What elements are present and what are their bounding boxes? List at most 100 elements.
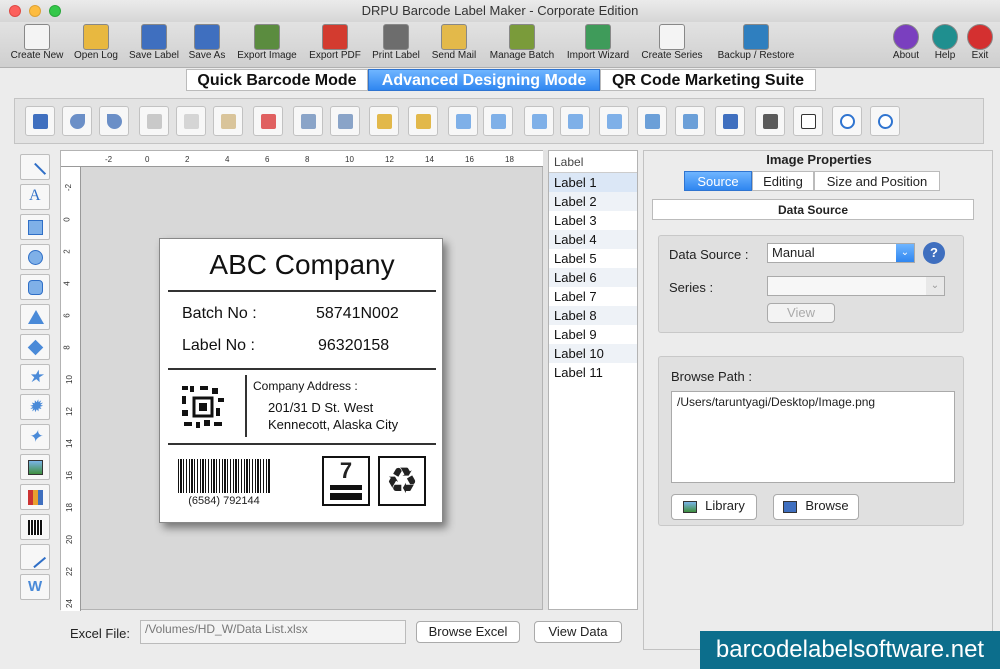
ellipse-tool[interactable]: [20, 244, 50, 270]
mode-qr-marketing[interactable]: QR Code Marketing Suite: [600, 69, 816, 91]
close-window-button[interactable]: [9, 5, 21, 17]
keep-dry-symbol[interactable]: 7: [322, 456, 370, 506]
move-left-button[interactable]: [448, 106, 478, 136]
send-back-button[interactable]: [330, 106, 360, 136]
help-button[interactable]: Help: [930, 22, 960, 68]
tab-source[interactable]: Source: [684, 171, 752, 191]
list-item[interactable]: Label 4: [549, 230, 637, 249]
bring-front-button[interactable]: [293, 106, 323, 136]
vertical-divider[interactable]: [245, 375, 247, 437]
series-select[interactable]: ⌄: [767, 276, 945, 296]
library-button[interactable]: Library: [671, 494, 757, 520]
rounded-rect-tool[interactable]: [20, 274, 50, 300]
actual-size-button[interactable]: [793, 106, 823, 136]
mode-quick-barcode[interactable]: Quick Barcode Mode: [186, 69, 368, 91]
sigma-button[interactable]: Create Series: [639, 22, 705, 68]
company-name-text[interactable]: ABC Company: [160, 249, 444, 281]
address-line2-text[interactable]: Kennecott, Alaska City: [268, 417, 398, 432]
batch-button[interactable]: Manage Batch: [486, 22, 558, 68]
list-item[interactable]: Label 7: [549, 287, 637, 306]
list-item[interactable]: Label 1: [549, 173, 637, 192]
barcode-image[interactable]: [178, 459, 270, 493]
backup-button[interactable]: Backup / Restore: [712, 22, 800, 68]
unlock-button[interactable]: [408, 106, 438, 136]
library-tool[interactable]: [20, 484, 50, 510]
save-as-button[interactable]: Save As: [186, 22, 228, 68]
zoom-window-button[interactable]: [49, 5, 61, 17]
burst-tool[interactable]: ✹: [20, 394, 50, 420]
barcode-tool[interactable]: [20, 514, 50, 540]
recycle-icon[interactable]: ♻: [378, 456, 426, 506]
divider-line[interactable]: [168, 290, 436, 292]
list-item[interactable]: Label 5: [549, 249, 637, 268]
view-button[interactable]: View: [767, 303, 835, 323]
list-item[interactable]: Label 2: [549, 192, 637, 211]
qr-code-image[interactable]: [180, 384, 226, 430]
pdf-button[interactable]: Export PDF: [306, 22, 364, 68]
create-new-button[interactable]: Create New: [8, 22, 66, 68]
lock-button[interactable]: [369, 106, 399, 136]
mail-button[interactable]: Send Mail: [429, 22, 479, 68]
divider-line[interactable]: [168, 443, 436, 445]
tab-editing[interactable]: Editing: [752, 171, 814, 191]
excel-path-field[interactable]: /Volumes/HD_W/Data List.xlsx: [140, 620, 406, 644]
export-image-button[interactable]: Export Image: [234, 22, 300, 68]
watermark-tool[interactable]: W: [20, 574, 50, 600]
cross-shape-tool[interactable]: ✦: [20, 424, 50, 450]
list-item[interactable]: Label 10: [549, 344, 637, 363]
zoom-in-button[interactable]: [832, 106, 862, 136]
browse-excel-button[interactable]: Browse Excel: [416, 621, 520, 643]
data-source-select[interactable]: Manual ⌄: [767, 243, 915, 263]
tab-size-position[interactable]: Size and Position: [814, 171, 940, 191]
printer-button[interactable]: Print Label: [369, 22, 423, 68]
ruler-button[interactable]: [755, 106, 785, 136]
list-item[interactable]: Label 3: [549, 211, 637, 230]
rectangle-tool[interactable]: [20, 214, 50, 240]
list-item[interactable]: Label 11: [549, 363, 637, 382]
diamond-tool[interactable]: [20, 334, 50, 360]
image-tool[interactable]: [20, 454, 50, 480]
grid-button[interactable]: [715, 106, 745, 136]
folder-button[interactable]: Open Log: [70, 22, 122, 68]
star-tool[interactable]: ★: [20, 364, 50, 390]
divider-line[interactable]: [168, 368, 436, 370]
line-tool[interactable]: [20, 154, 50, 185]
signature-tool[interactable]: [20, 544, 50, 570]
align-vertical-button[interactable]: [637, 106, 667, 136]
design-canvas[interactable]: -202468101214161820 -2024681012141618202…: [60, 150, 554, 611]
list-item[interactable]: Label 9: [549, 325, 637, 344]
address-title-text[interactable]: Company Address :: [253, 379, 358, 393]
zoom-out-button[interactable]: [870, 106, 900, 136]
batch-label-text[interactable]: Batch No :: [182, 305, 257, 323]
copy-button[interactable]: [176, 106, 206, 136]
save-button[interactable]: Save Label: [126, 22, 182, 68]
move-down-button[interactable]: [560, 106, 590, 136]
properties-button[interactable]: [25, 106, 55, 136]
label-no-value-text[interactable]: 96320158: [318, 337, 389, 355]
move-right-button[interactable]: [483, 106, 513, 136]
view-data-button[interactable]: View Data: [534, 621, 622, 643]
paste-button[interactable]: [213, 106, 243, 136]
delete-button[interactable]: [253, 106, 283, 136]
move-up-button[interactable]: [524, 106, 554, 136]
import-wizard-button[interactable]: Import Wizard: [562, 22, 634, 68]
about-button[interactable]: About: [888, 22, 924, 68]
text-tool[interactable]: A: [20, 184, 50, 210]
browse-path-field[interactable]: /Users/taruntyagi/Desktop/Image.png: [671, 391, 955, 483]
list-item[interactable]: Label 8: [549, 306, 637, 325]
undo-button[interactable]: [62, 106, 92, 136]
cut-button[interactable]: [139, 106, 169, 136]
batch-value-text[interactable]: 58741N002: [316, 305, 399, 323]
mode-advanced-designing[interactable]: Advanced Designing Mode: [368, 69, 600, 91]
redo-button[interactable]: [99, 106, 129, 136]
list-item[interactable]: Label 6: [549, 268, 637, 287]
align-horizontal-button[interactable]: [675, 106, 705, 136]
minimize-window-button[interactable]: [29, 5, 41, 17]
browse-button[interactable]: Browse: [773, 494, 859, 520]
label-no-text[interactable]: Label No :: [182, 337, 255, 355]
exit-button[interactable]: Exit: [965, 22, 995, 68]
label-preview[interactable]: ABC Company Batch No : 58741N002 Label N…: [159, 238, 443, 523]
triangle-tool[interactable]: [20, 304, 50, 330]
help-icon[interactable]: ?: [923, 242, 945, 264]
address-line1-text[interactable]: 201/31 D St. West: [268, 400, 373, 415]
